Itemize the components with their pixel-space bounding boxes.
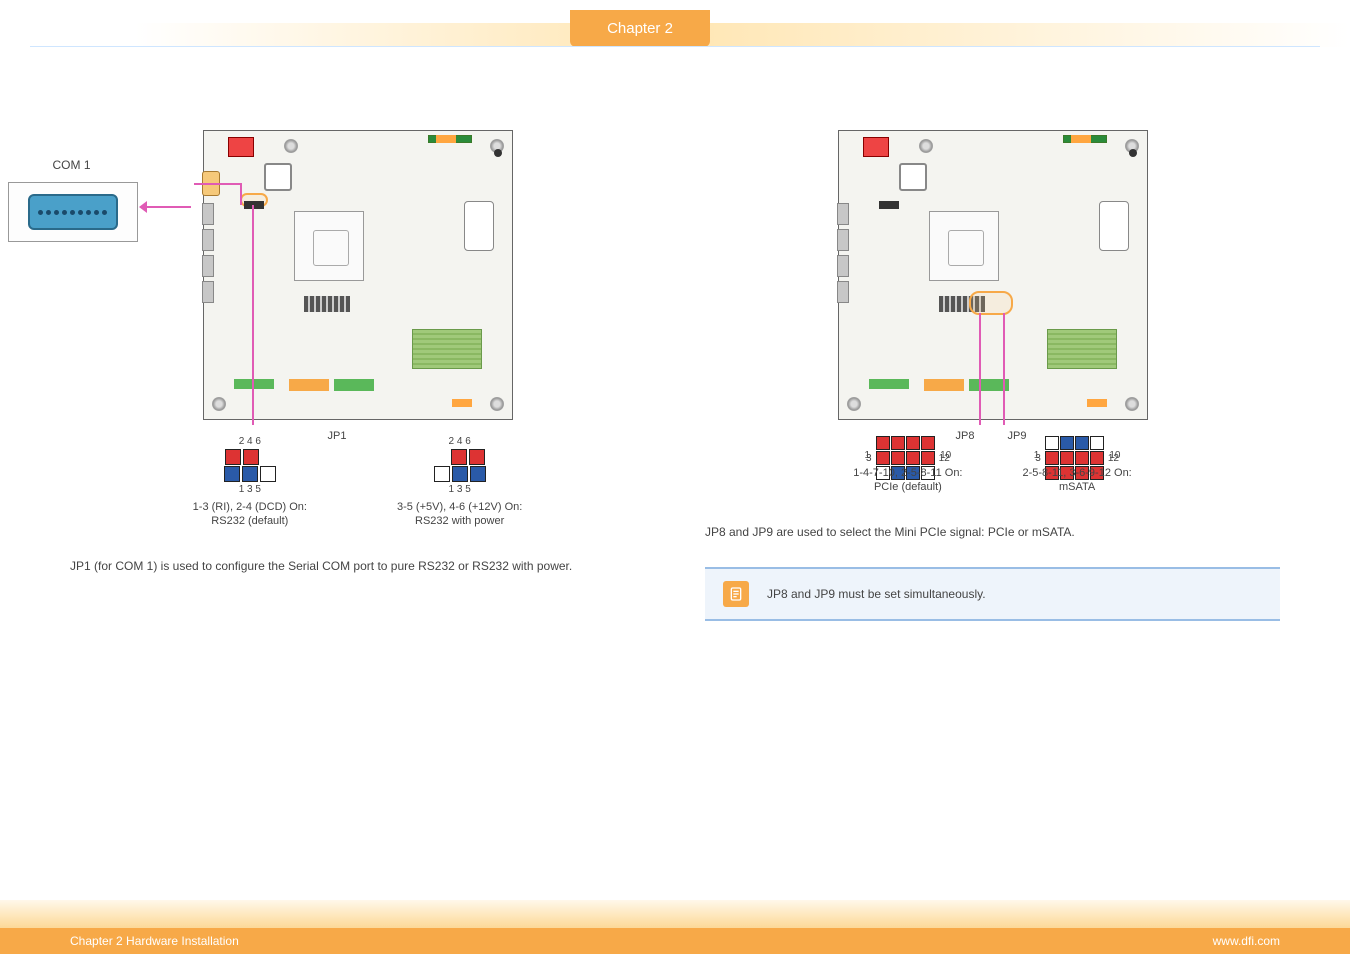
header-red-icon [228,137,254,157]
jp8-jp9-description: JP8 and JP9 are used to select the Mini … [705,525,1280,539]
serial-connector-icon [28,194,118,230]
header-underline [30,46,1320,47]
jp8-jp9-jumper-diagrams: 3 12 1 10 1-4-7-10, 2-5-8-11 On:PCIe [705,436,1280,495]
right-column: JP8 JP9 3 12 1 [705,130,1280,621]
jp89-setting-msata: 3 12 1 10 2-5-8-11, 3-6-9-12 On:mSAT [1023,436,1132,495]
jp1-jumper-diagrams: 2 4 6 1 3 5 1-3 (RI), 2-4 (DCD) On:RS232… [70,436,645,529]
jp1-description: JP1 (for COM 1) is used to configure the… [70,559,645,573]
footer-left: Chapter 2 Hardware Installation [70,934,239,948]
jp1-tag: JP1 [328,430,347,442]
chapter-tab: Chapter 2 [570,10,710,47]
note-box: JP8 and JP9 must be set simultaneously. [705,567,1280,621]
com1-port-image [8,182,138,242]
motherboard-diagram-left [203,130,513,420]
motherboard-diagram-right [838,130,1148,420]
left-column: COM 1 [70,130,645,621]
jp89-setting-pcie: 3 12 1 10 1-4-7-10, 2-5-8-11 On:PCIe [853,436,962,495]
arrow-icon [141,206,191,208]
jp8-jp9-highlight-icon [969,291,1013,315]
jp1-setting-default: 2 4 6 1 3 5 1-3 (RI), 2-4 (DCD) On:RS232… [193,436,307,529]
page-content: COM 1 [70,130,1280,884]
com1-label: COM 1 [53,158,91,172]
note-icon [723,581,749,607]
jp9-tag: JP9 [1008,430,1027,442]
jp8-tag: JP8 [956,430,975,442]
note-text: JP8 and JP9 must be set simultaneously. [767,587,986,601]
jp1-setting-power: 2 4 6 1 3 5 3-5 (+5V), 4-6 (+12V) On:RS2… [397,436,522,529]
footer-bar: Chapter 2 Hardware Installation www.dfi.… [0,900,1350,954]
footer-right: www.dfi.com [1213,934,1280,948]
